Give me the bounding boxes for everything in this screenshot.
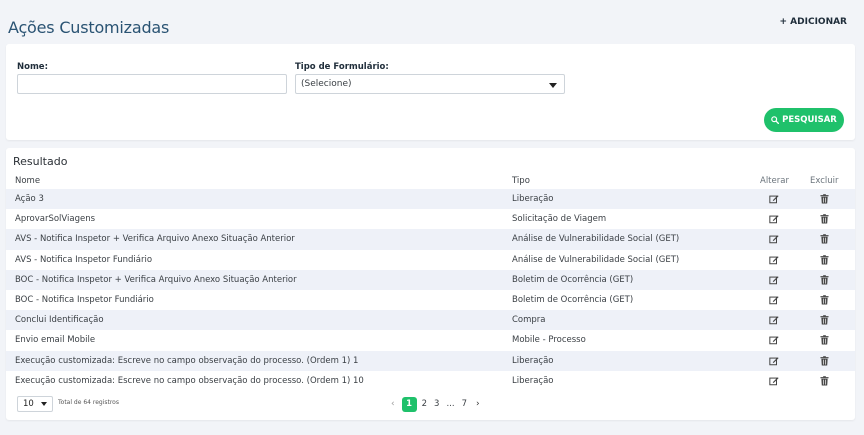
edit-icon[interactable] bbox=[769, 335, 779, 345]
edit-icon[interactable] bbox=[769, 315, 779, 325]
trash-icon[interactable] bbox=[820, 254, 829, 265]
table-row: BOC - Notifica Inspetor + Verifica Arqui… bbox=[6, 269, 855, 290]
row-type: Boletim de Ocorrência (GET) bbox=[512, 294, 634, 305]
pagination-page-1[interactable]: 1 bbox=[401, 396, 417, 412]
chevron-down-icon bbox=[41, 402, 47, 406]
row-name: Ação 3 bbox=[15, 194, 44, 204]
table-row: Execução customizada: Escreve no campo o… bbox=[6, 350, 855, 371]
row-type: Liberação bbox=[512, 194, 554, 204]
table-row: Execução customizada: Escreve no campo o… bbox=[6, 371, 855, 391]
pagination: ‹ 1 2 3 ... 7 › bbox=[387, 396, 484, 412]
column-header-delete: Excluir bbox=[810, 176, 839, 186]
chevron-down-icon bbox=[549, 83, 557, 88]
row-type: Análise de Vulnerabilidade Social (GET) bbox=[512, 254, 680, 265]
page-size-value: 10 bbox=[23, 399, 34, 409]
form-type-selected: (Selecione) bbox=[301, 79, 352, 89]
edit-icon[interactable] bbox=[769, 376, 779, 386]
table-row: AVS - Notifica Inspetor + Verifica Arqui… bbox=[6, 229, 855, 250]
row-type: Solicitação de Viagem bbox=[512, 214, 607, 225]
page-title: Ações Customizadas bbox=[8, 18, 170, 37]
table-row: BOC - Notifica Inspetor Fundiário Boletim… bbox=[6, 290, 855, 310]
row-type: Boletim de Ocorrência (GET) bbox=[512, 274, 634, 285]
row-name: AprovarSolViagens bbox=[15, 214, 96, 225]
edit-icon[interactable] bbox=[769, 234, 779, 244]
row-name: AVS - Notifica Inspetor Fundiário bbox=[15, 254, 153, 265]
search-button[interactable]: PESQUISAR bbox=[764, 108, 844, 132]
trash-icon[interactable] bbox=[820, 335, 829, 345]
pagination-next[interactable]: › bbox=[472, 399, 484, 409]
results-panel: Resultado Nome Tipo Alterar Excluir Ação… bbox=[6, 148, 855, 420]
filter-panel: Nome: Tipo de Formulário: (Selecione) PE… bbox=[6, 44, 855, 140]
search-button-label: PESQUISAR bbox=[782, 115, 837, 125]
row-type: Análise de Vulnerabilidade Social (GET) bbox=[512, 234, 680, 245]
table-row: AVS - Notifica Inspetor Fundiário Análise… bbox=[6, 250, 855, 270]
table-row: Conclui Identificação Compra bbox=[6, 310, 855, 331]
table-row: AprovarSolViagens Solicitação de Viagem bbox=[6, 209, 855, 229]
row-name: Envio email Mobile bbox=[15, 335, 96, 346]
table-row: Ação 3 Liberação bbox=[6, 189, 855, 210]
row-name: Execução customizada: Escreve no campo o… bbox=[15, 375, 364, 386]
trash-icon[interactable] bbox=[820, 194, 829, 204]
pagination-page-2[interactable]: 2 bbox=[420, 399, 429, 409]
trash-icon[interactable] bbox=[820, 274, 829, 285]
edit-icon[interactable] bbox=[769, 295, 779, 305]
edit-icon[interactable] bbox=[769, 356, 779, 366]
pagination-ellipsis: ... bbox=[446, 399, 455, 409]
page-size-select[interactable]: 10 bbox=[17, 396, 53, 412]
row-name: BOC - Notifica Inspetor + Verifica Arqui… bbox=[15, 274, 297, 285]
pagination-page-last[interactable]: 7 bbox=[460, 399, 469, 409]
trash-icon[interactable] bbox=[820, 234, 829, 244]
edit-icon[interactable] bbox=[769, 194, 779, 204]
column-header-edit: Alterar bbox=[760, 176, 789, 186]
edit-icon[interactable] bbox=[769, 275, 779, 285]
form-type-select[interactable]: (Selecione) bbox=[295, 74, 565, 94]
add-button[interactable]: + ADICIONAR bbox=[780, 17, 848, 27]
edit-icon[interactable] bbox=[769, 214, 779, 224]
row-name: Execução customizada: Escreve no campo o… bbox=[15, 355, 359, 366]
row-name: Conclui Identificação bbox=[15, 315, 104, 326]
trash-icon[interactable] bbox=[820, 315, 829, 325]
name-input[interactable] bbox=[17, 74, 287, 94]
row-type: Mobile - Processo bbox=[512, 335, 586, 346]
row-name: AVS - Notifica Inspetor + Verifica Arqui… bbox=[15, 234, 295, 245]
total-records: Total de 64 registros bbox=[58, 399, 119, 406]
row-type: Liberação bbox=[512, 355, 554, 366]
row-name: BOC - Notifica Inspetor Fundiário bbox=[15, 294, 154, 305]
results-title: Resultado bbox=[13, 155, 68, 168]
edit-icon[interactable] bbox=[769, 255, 779, 265]
column-header-type: Tipo bbox=[512, 176, 530, 186]
table-row: Envio email Mobile Mobile - Processo bbox=[6, 330, 855, 350]
trash-icon[interactable] bbox=[820, 295, 829, 305]
column-header-name: Nome bbox=[15, 176, 41, 186]
trash-icon[interactable] bbox=[820, 214, 829, 224]
row-type: Compra bbox=[512, 315, 546, 326]
row-type: Liberação bbox=[512, 375, 554, 386]
pagination-prev[interactable]: ‹ bbox=[387, 399, 399, 409]
pagination-page-3[interactable]: 3 bbox=[432, 399, 441, 409]
search-icon bbox=[771, 116, 780, 124]
trash-icon[interactable] bbox=[820, 355, 829, 366]
name-label: Nome: bbox=[17, 62, 48, 72]
form-type-label: Tipo de Formulário: bbox=[295, 62, 389, 72]
trash-icon[interactable] bbox=[820, 375, 829, 386]
results-table-body: Ação 3 Liberação AprovarSolViagens Solicita… bbox=[6, 189, 855, 391]
